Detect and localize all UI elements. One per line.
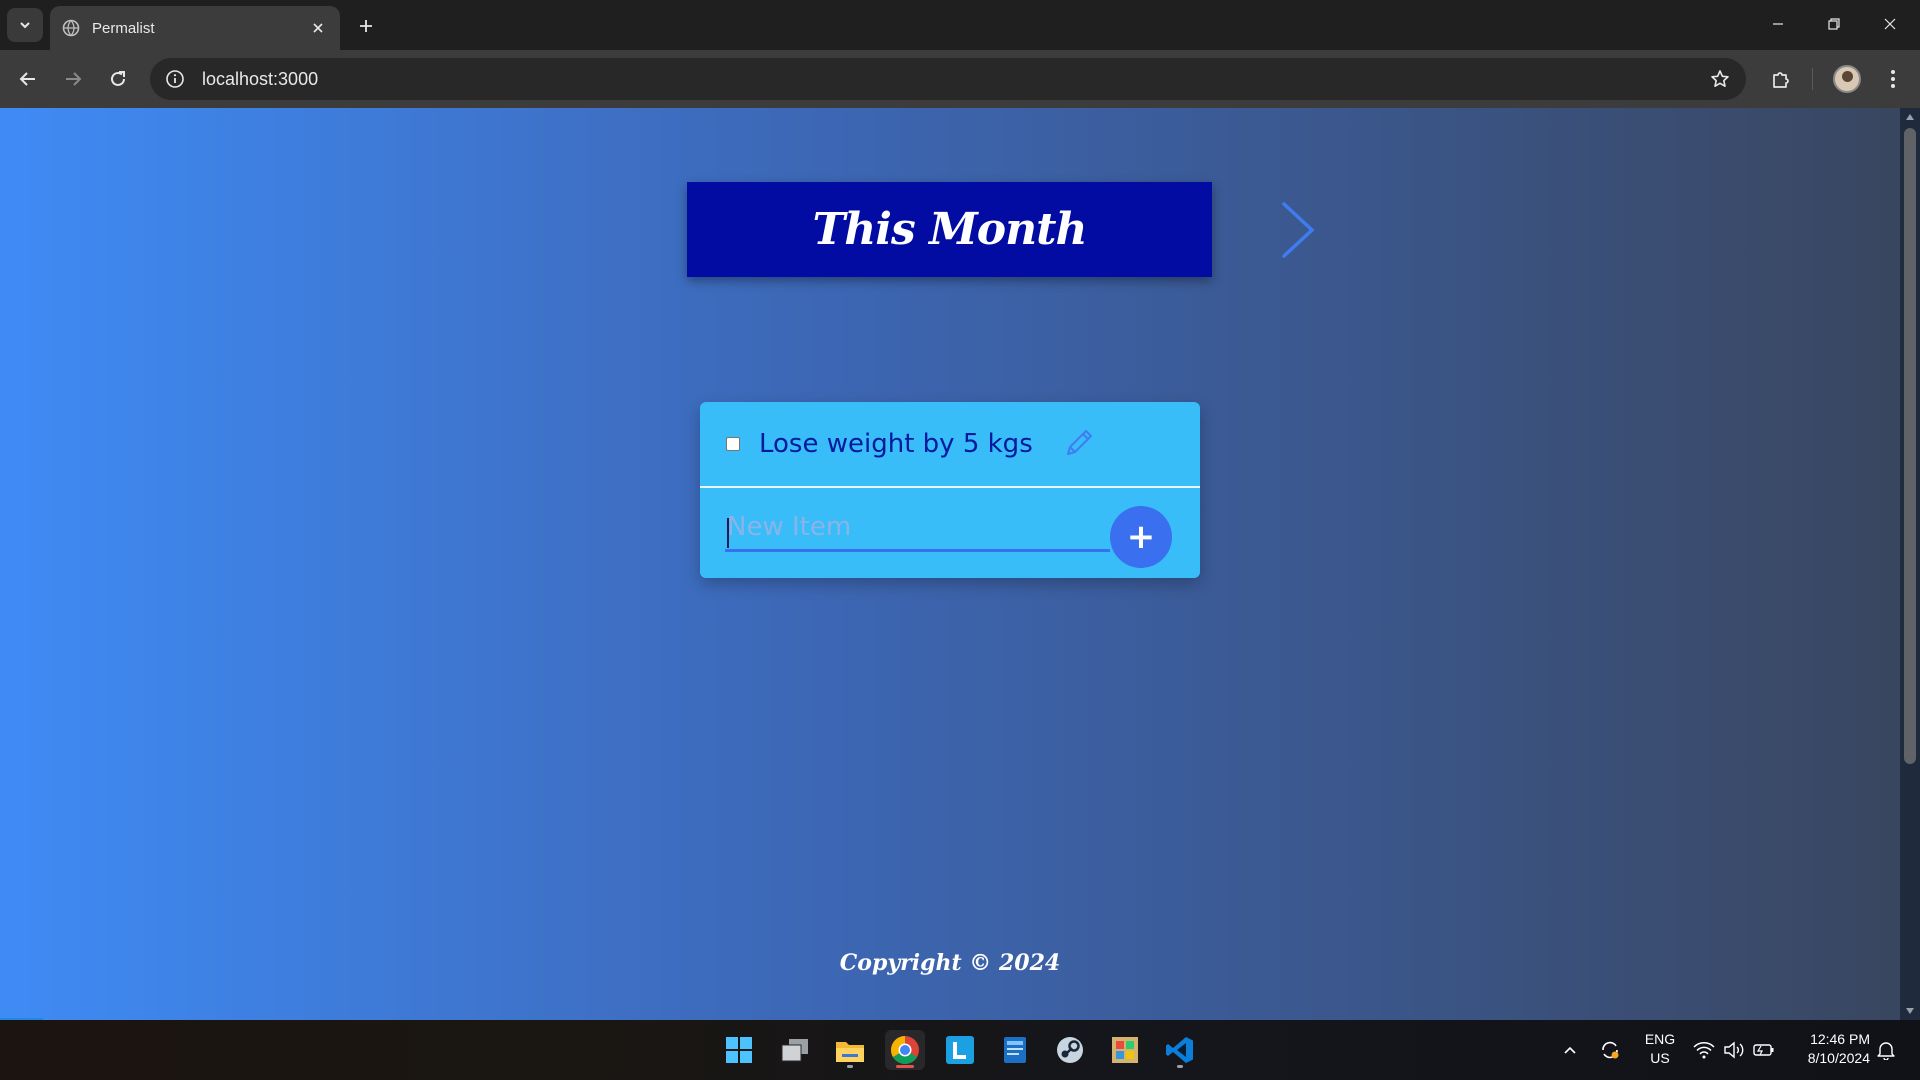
paint-app-button[interactable] [1105,1030,1145,1070]
scroll-down-arrow[interactable] [1905,1006,1915,1016]
reload-button[interactable] [100,61,136,97]
restore-button[interactable] [1806,0,1862,48]
text-caret [727,518,729,548]
vscode-button[interactable] [1160,1030,1200,1070]
tab-close-button[interactable] [308,18,328,38]
chevron-down-icon [20,22,30,29]
new-item-row: + [700,490,1200,578]
new-tab-button[interactable] [352,12,380,40]
scrollbar-thumb[interactable] [1904,128,1916,764]
page-viewport: This Month Lose weight by 5 kgs + Copyri… [0,108,1900,1020]
tab-strip: Permalist [0,0,1920,50]
steam-button[interactable] [1050,1030,1090,1070]
todo-list-card: Lose weight by 5 kgs + [700,402,1200,578]
list-item: Lose weight by 5 kgs [700,402,1200,488]
active-indicator [896,1065,914,1068]
window-close-button[interactable] [1862,0,1918,48]
item-checkbox[interactable] [726,437,740,451]
minimize-icon [1773,23,1783,25]
taskbar: ENG US 12:46 PM 8/10/2024 [0,1020,1920,1080]
list-heading-box: This Month [687,182,1212,277]
profile-button[interactable] [1829,61,1865,97]
chrome-button[interactable] [885,1030,925,1070]
browser-tab[interactable]: Permalist [50,6,340,50]
kebab-menu-icon [1891,70,1895,88]
running-indicator [847,1065,853,1068]
wifi-icon [1693,1042,1715,1059]
triangle-up-icon [1906,114,1914,120]
browser-toolbar: localhost:3000 [0,50,1920,108]
next-list-arrow-icon[interactable] [1280,198,1320,262]
toolbar-divider [1812,68,1813,90]
folder-icon [836,1042,864,1062]
scroll-up-arrow[interactable] [1905,112,1915,122]
start-button[interactable] [719,1030,759,1070]
task-view-icon [781,1039,808,1062]
clock-time: 12:46 PM [1810,1031,1870,1047]
url-text: localhost:3000 [202,68,319,89]
notepad-app-icon [1004,1037,1026,1063]
tab-search-button[interactable] [7,8,43,42]
running-indicator [1177,1065,1183,1068]
extensions-button[interactable] [1763,61,1799,97]
new-item-input[interactable] [725,504,1110,552]
restore-icon [1828,18,1840,30]
close-icon [1884,18,1896,30]
app-l-button[interactable] [940,1030,980,1070]
puzzle-icon [1773,72,1789,88]
info-icon [166,70,184,88]
footer-copyright: Copyright © 2024 [839,950,1061,976]
page-scrollbar[interactable] [1900,108,1920,1020]
close-icon [313,23,323,33]
triangle-down-icon [1906,1008,1914,1014]
bell-icon [1877,1042,1895,1060]
sync-status-button[interactable] [1598,1038,1622,1062]
avatar [1833,65,1861,93]
sync-icon [1602,1041,1619,1059]
file-explorer-button[interactable] [830,1030,870,1070]
reload-icon [111,71,125,86]
palette-app-icon [1112,1037,1138,1063]
speaker-icon [1724,1041,1744,1059]
input-language-indicator[interactable]: ENG US [1640,1030,1680,1068]
star-icon [1711,70,1729,87]
battery-icon [1753,1044,1774,1056]
steam-icon [1057,1037,1083,1063]
region-code: US [1650,1050,1670,1066]
battery-button[interactable] [1752,1038,1776,1062]
back-button[interactable] [10,61,46,97]
address-bar[interactable]: localhost:3000 [150,58,1746,100]
browser-menu-button[interactable] [1875,61,1911,97]
app-store-button[interactable] [995,1030,1035,1070]
plus-icon [360,20,372,32]
show-hidden-icons-button[interactable] [1558,1038,1582,1062]
tab-title: Permalist [92,19,155,37]
chrome-icon [891,1036,919,1064]
chevron-up-icon [1564,1046,1576,1054]
minimize-button[interactable] [1750,0,1806,48]
vscode-icon [1166,1037,1193,1063]
clock-date: 8/10/2024 [1807,1050,1870,1066]
pencil-icon[interactable] [1060,424,1098,462]
item-text: Lose weight by 5 kgs [759,429,1033,459]
bookmark-button[interactable] [1700,59,1740,99]
windows-logo-icon [726,1037,752,1063]
add-item-button[interactable]: + [1110,506,1172,568]
globe-icon [62,19,80,37]
volume-button[interactable] [1722,1038,1746,1062]
notifications-button[interactable] [1874,1038,1898,1062]
site-info-button[interactable] [154,58,196,100]
wifi-button[interactable] [1692,1038,1716,1062]
forward-button[interactable] [55,61,91,97]
language-code: ENG [1644,1031,1676,1047]
arrow-left-icon [19,72,35,86]
page-title: This Month [812,204,1088,255]
letter-l-app-icon [946,1036,974,1064]
clock[interactable]: 12:46 PM 8/10/2024 [1790,1030,1870,1068]
task-view-button[interactable] [775,1030,815,1070]
arrow-right-icon [66,72,82,86]
